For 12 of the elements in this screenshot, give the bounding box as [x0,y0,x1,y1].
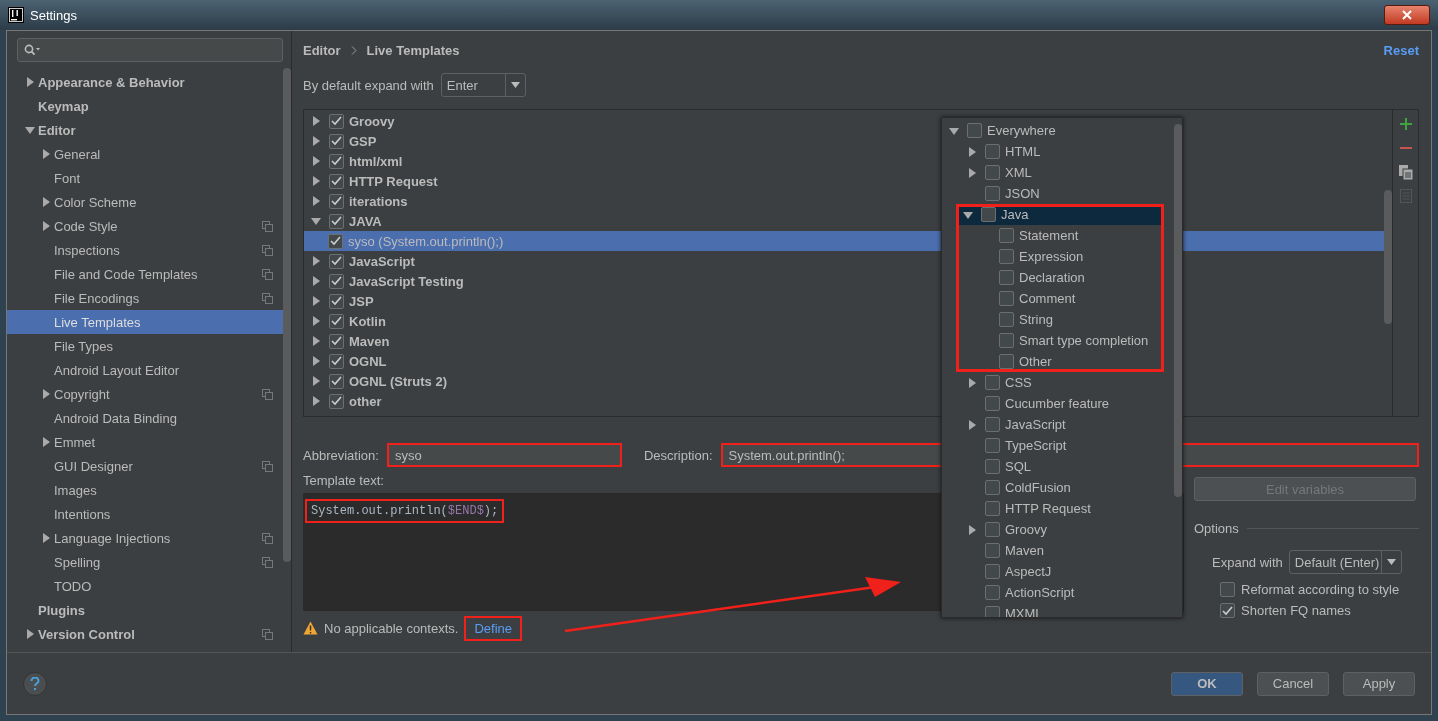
warning-text: No applicable contexts. [324,620,459,636]
field-label: By default expand with [303,77,434,93]
breadcrumb-item: Live Templates [366,42,460,58]
checkbox-label: Shorten FQ names [1241,603,1351,618]
checkbox-label: Reformat according to style [1241,582,1400,597]
field-label: Expand with [1212,554,1283,570]
field-label: Description: [643,447,713,463]
field-label: Abbreviation: [303,447,379,463]
breadcrumb-item: Editor [303,42,341,58]
window-title: Settings [30,7,77,23]
section-title: Options [1194,521,1239,536]
field-label: Template text: [303,473,384,488]
